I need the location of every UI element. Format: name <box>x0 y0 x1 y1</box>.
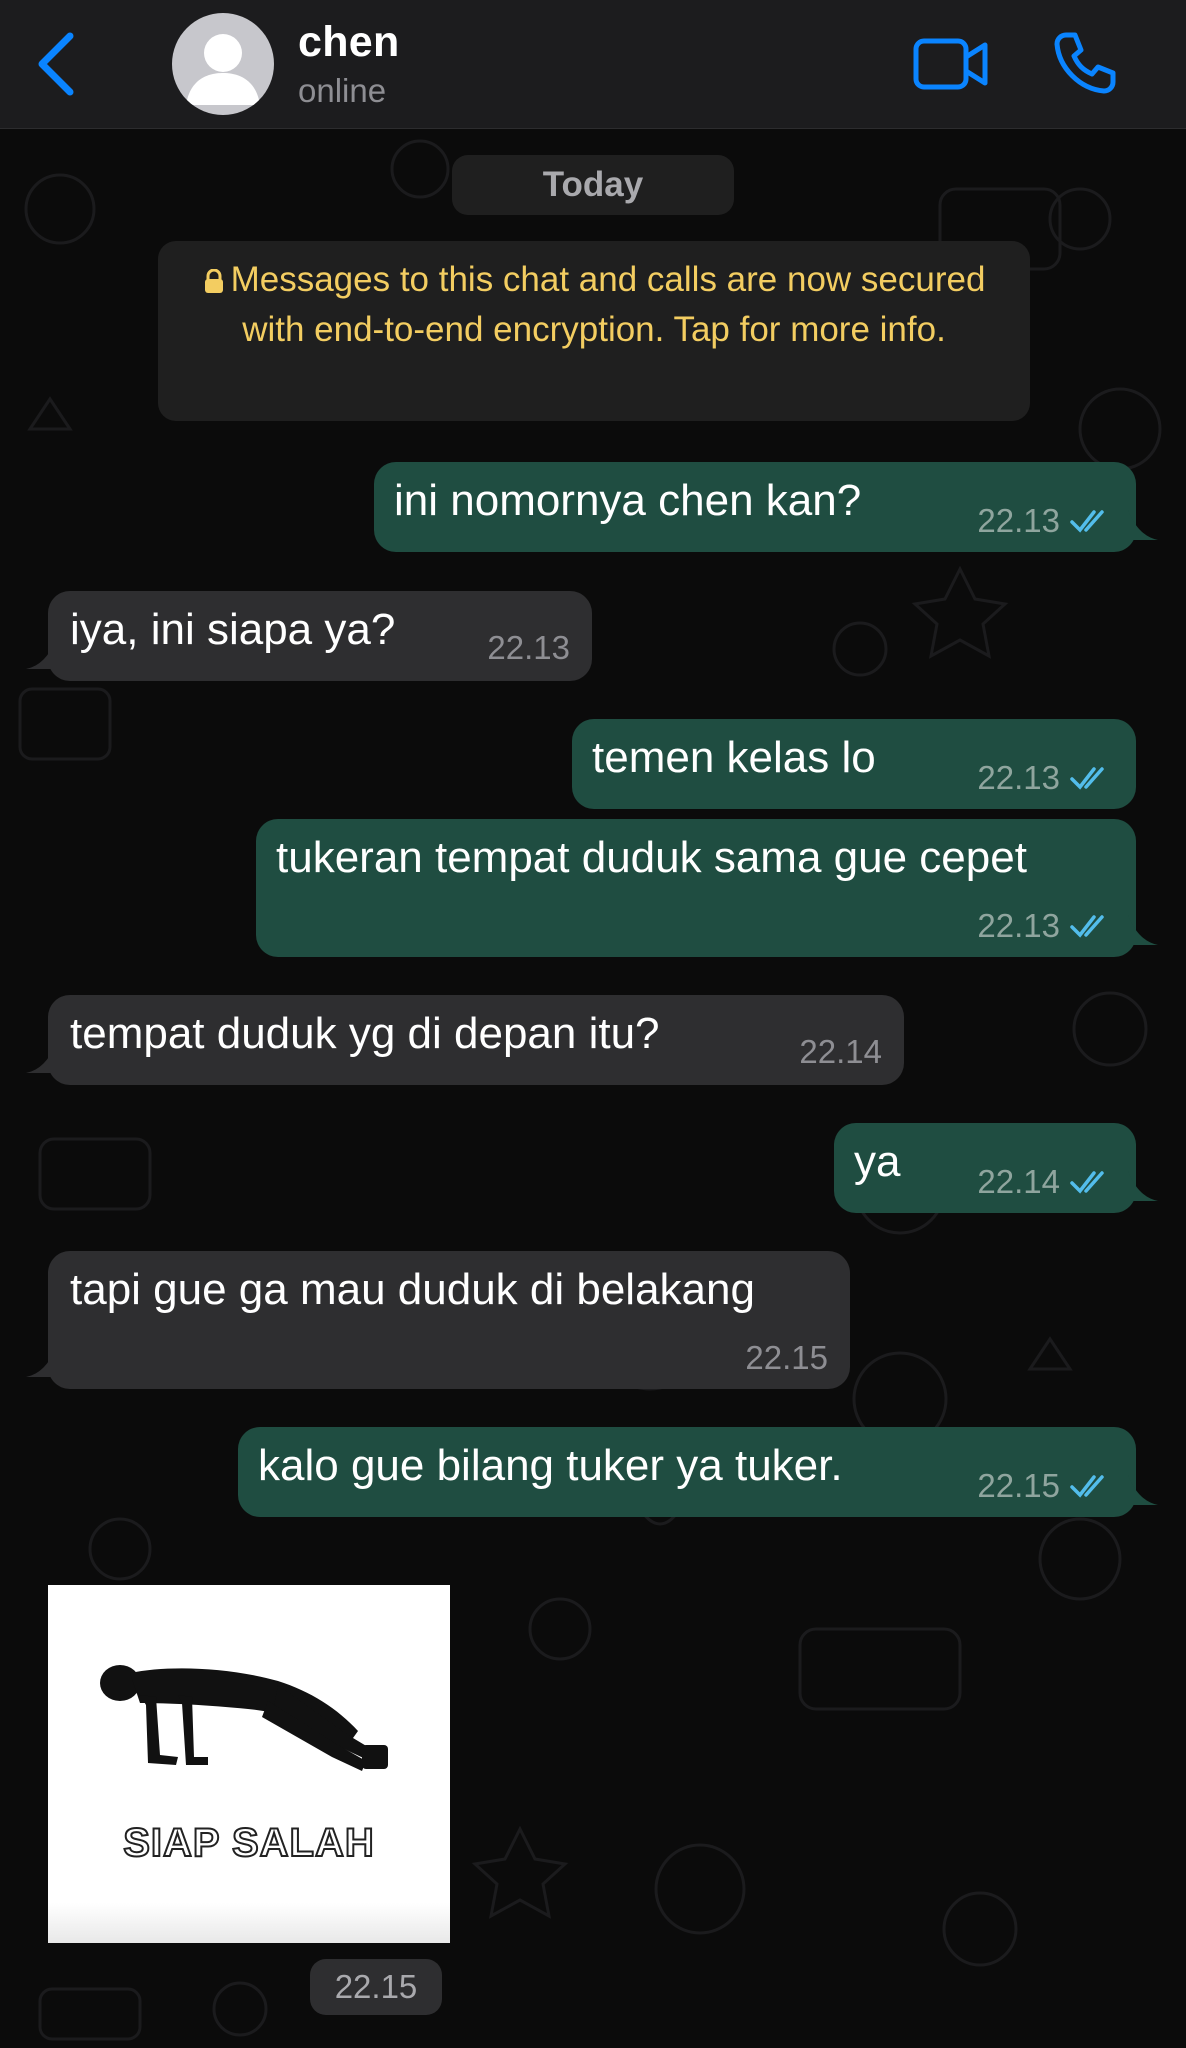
chat-header: chen online <box>0 0 1186 129</box>
chevron-left-icon <box>38 32 74 96</box>
message-incoming[interactable]: tapi gue ga mau duduk di belakang 22.15 <box>26 1251 850 1389</box>
message-outgoing[interactable]: kalo gue bilang tuker ya tuker. 22.15 <box>238 1427 1158 1517</box>
message-meta: 22.13 <box>977 759 1114 797</box>
message-meta: 22.13 <box>977 907 1114 945</box>
bubble-tail <box>26 639 56 669</box>
lock-icon <box>204 269 223 293</box>
message-meta: 22.14 <box>977 1163 1114 1201</box>
bubble-tail <box>26 1347 56 1377</box>
read-receipt-icon <box>1070 1171 1104 1194</box>
bubble-tail <box>1128 915 1158 945</box>
message-text: tempat duduk yg di depan itu? <box>70 1009 660 1058</box>
message-time: 22.13 <box>977 502 1060 539</box>
video-camera-icon <box>913 38 988 90</box>
read-receipt-icon <box>1070 915 1104 938</box>
back-button[interactable] <box>30 28 82 100</box>
avatar[interactable] <box>172 13 274 115</box>
read-receipt-icon <box>1070 1475 1104 1498</box>
bubble-tail <box>1128 1475 1158 1505</box>
pushup-silhouette-image <box>100 1665 388 1771</box>
encryption-notice-text: Messages to this chat and calls are now … <box>230 260 986 349</box>
message-time: 22.13 <box>977 759 1060 796</box>
message-outgoing[interactable]: ini nomornya chen kan? 22.13 <box>374 462 1158 552</box>
video-call-button[interactable] <box>912 36 990 92</box>
message-text: tukeran tempat duduk sama gue cepet <box>276 833 1027 882</box>
bubble-tail <box>1128 510 1158 540</box>
message-time: 22.14 <box>977 1163 1060 1200</box>
message-meta: 22.14 <box>799 1033 882 1071</box>
image-message-time: 22.15 <box>310 1959 442 2015</box>
message-time: 22.13 <box>487 629 570 666</box>
message-text: temen kelas lo <box>592 733 876 782</box>
message-text: ini nomornya chen kan? <box>394 476 862 525</box>
phone-icon <box>1054 32 1116 94</box>
chat-area[interactable]: Today Messages to this chat and calls ar… <box>0 129 1186 2048</box>
message-text: kalo gue bilang tuker ya tuker. <box>258 1441 843 1490</box>
image-message[interactable]: SIAP SALAH <box>48 1585 450 1943</box>
message-time: 22.14 <box>799 1033 882 1070</box>
encryption-notice[interactable]: Messages to this chat and calls are now … <box>158 241 1030 421</box>
date-divider: Today <box>452 155 734 215</box>
person-icon <box>186 34 260 105</box>
message-incoming[interactable]: iya, ini siapa ya? 22.13 <box>26 591 592 681</box>
read-receipt-icon <box>1070 767 1104 790</box>
message-text: tapi gue ga mau duduk di belakang <box>70 1265 755 1314</box>
contact-name[interactable]: chen <box>298 18 400 67</box>
message-meta: 22.13 <box>487 629 570 667</box>
message-meta: 22.13 <box>977 502 1114 540</box>
message-time: 22.15 <box>977 1467 1060 1504</box>
message-time: 22.13 <box>977 907 1060 944</box>
message-text: ya <box>854 1137 901 1186</box>
image-fade <box>48 1903 450 1943</box>
message-text: iya, ini siapa ya? <box>70 605 396 654</box>
sticker-caption: SIAP SALAH <box>122 1820 375 1866</box>
message-meta: 22.15 <box>977 1467 1114 1505</box>
bubble-tail <box>26 1043 56 1073</box>
read-receipt-icon <box>1070 510 1104 533</box>
message-outgoing[interactable]: temen kelas lo 22.13 <box>572 719 1136 809</box>
message-outgoing[interactable]: tukeran tempat duduk sama gue cepet 22.1… <box>256 819 1158 957</box>
message-outgoing[interactable]: ya 22.14 <box>834 1123 1158 1213</box>
message-meta: 22.15 <box>745 1339 828 1377</box>
bubble-tail <box>1128 1171 1158 1201</box>
voice-call-button[interactable] <box>1052 30 1118 96</box>
message-incoming[interactable]: tempat duduk yg di depan itu? 22.14 <box>26 995 904 1085</box>
contact-status: online <box>298 72 387 109</box>
message-time: 22.15 <box>745 1339 828 1376</box>
